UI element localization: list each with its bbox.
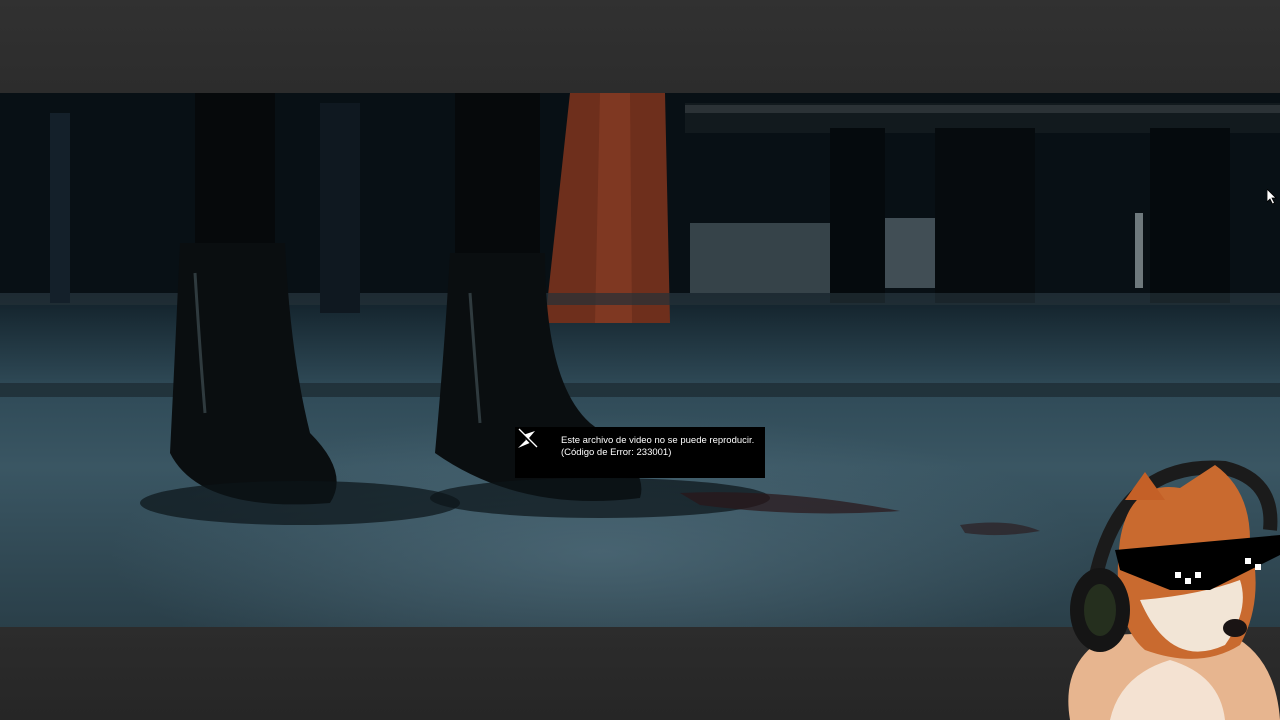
error-text-line1: Este archivo de video no se puede reprod… xyxy=(561,435,755,446)
broken-video-icon xyxy=(516,428,538,450)
streamer-dog-avatar xyxy=(1068,460,1280,720)
letterbox-top xyxy=(0,0,1280,93)
error-text-line2: (Código de Error: 233001) xyxy=(561,447,672,458)
mouse-cursor-icon xyxy=(1267,189,1277,204)
screen: Este archivo de video no se puede reprod… xyxy=(0,0,1280,720)
playback-error-message: Este archivo de video no se puede reprod… xyxy=(515,427,765,478)
